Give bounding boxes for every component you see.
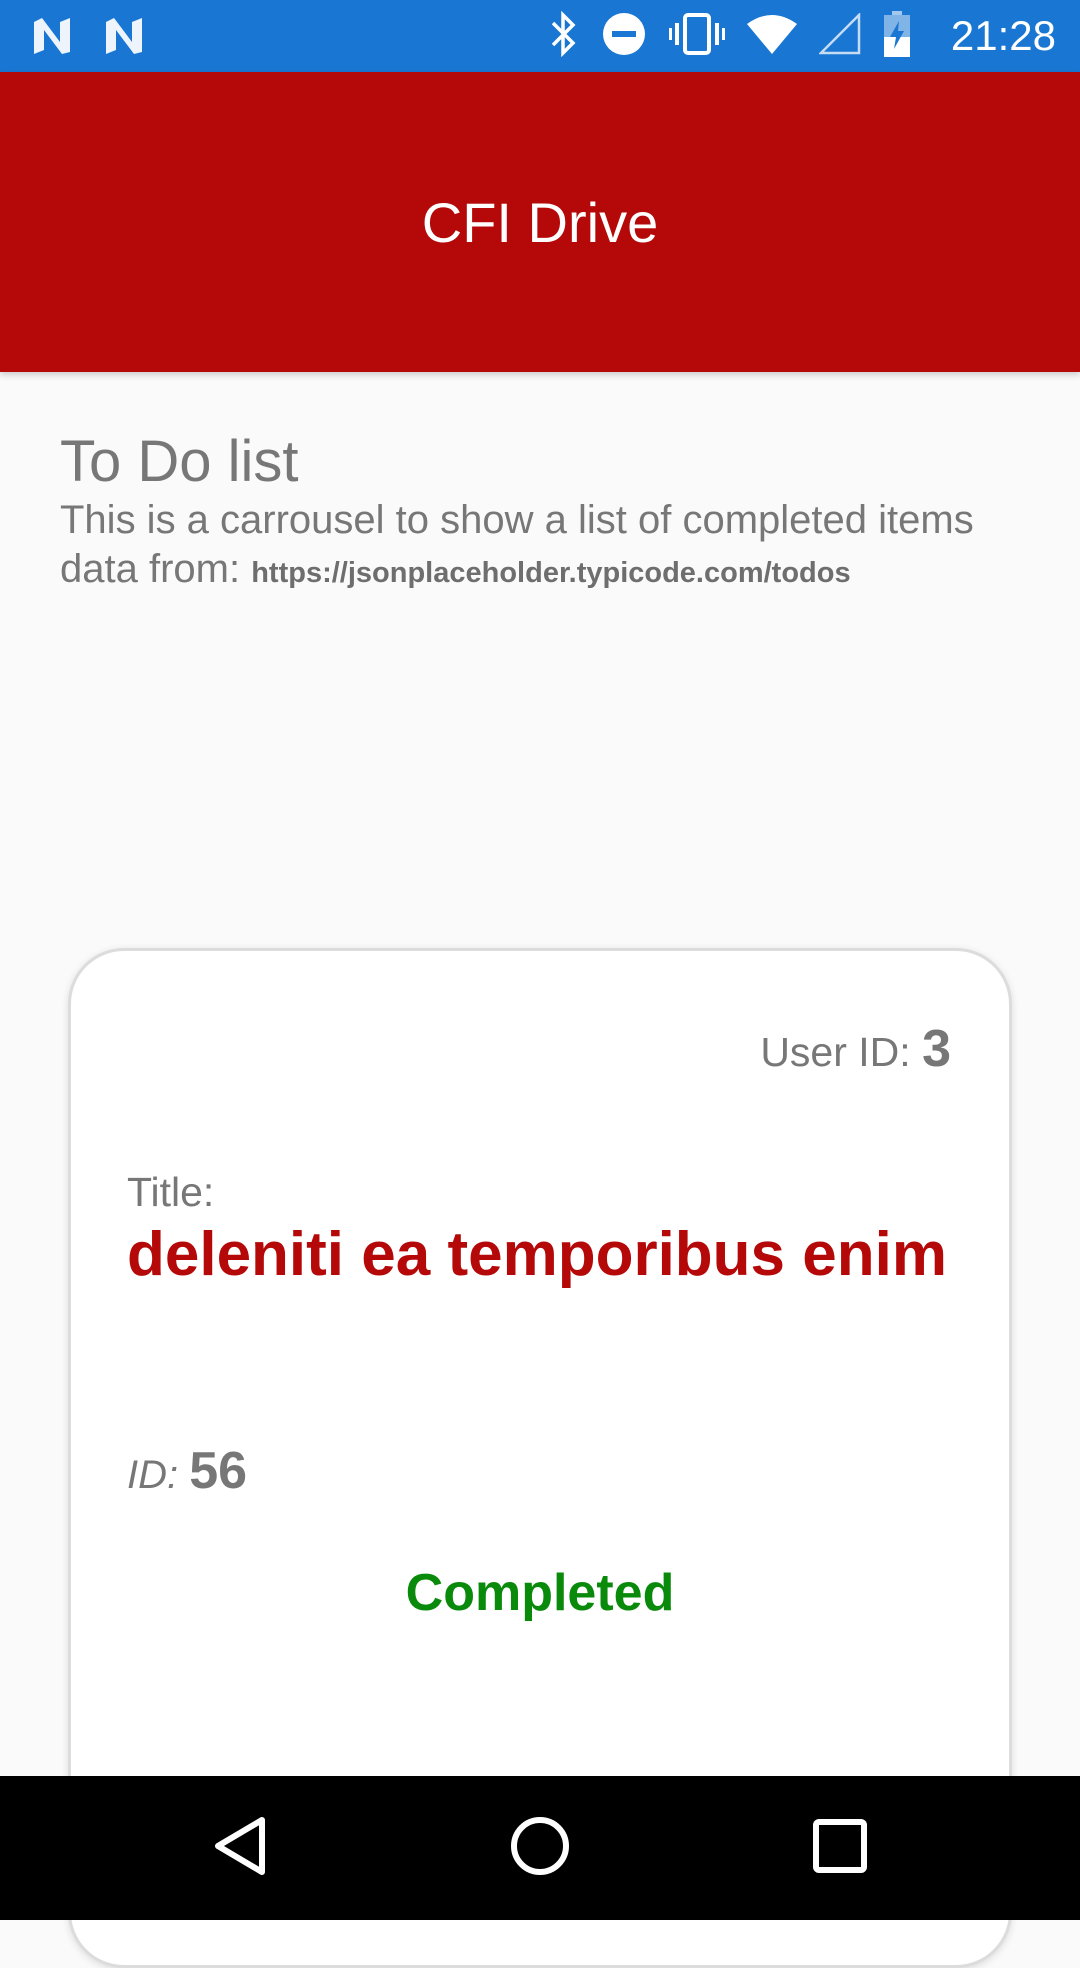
user-id-row: User ID: 3 (760, 1019, 951, 1079)
battery-charging-icon (883, 10, 911, 62)
completion-status: Completed (405, 1564, 675, 1622)
navigation-bar (0, 1776, 1080, 1920)
notification-n-icon (102, 14, 146, 63)
user-id-label: User ID: (760, 1029, 923, 1075)
page-description: This is a carrousel to show a list of co… (60, 498, 974, 542)
bluetooth-icon (549, 10, 579, 62)
home-button[interactable] (468, 1776, 612, 1920)
recents-icon (812, 1818, 868, 1879)
back-button[interactable] (168, 1776, 312, 1920)
recents-button[interactable] (768, 1776, 912, 1920)
app-bar: CFI Drive (0, 72, 1080, 372)
title-label: Title: (127, 1169, 215, 1215)
data-from-label: data from: (60, 547, 252, 591)
app-title: CFI Drive (421, 190, 659, 254)
status-time: 21:28 (950, 12, 1056, 59)
do-not-disturb-icon (601, 11, 647, 62)
wifi-icon (746, 14, 797, 59)
notification-icons (30, 14, 146, 63)
status-bar: 21:28 (0, 0, 1080, 72)
user-id-value: 3 (922, 1020, 951, 1078)
back-icon (212, 1816, 268, 1881)
id-value: 56 (189, 1442, 248, 1500)
id-row: ID: 56 (127, 1441, 247, 1501)
page-heading: To Do list (60, 429, 299, 494)
notification-n-icon (30, 14, 74, 63)
data-source: data from: https://jsonplaceholder.typic… (60, 545, 1020, 598)
intro-section: To Do list This is a carrousel to show a… (60, 428, 1020, 598)
cell-signal-icon (817, 11, 861, 60)
home-icon (510, 1816, 570, 1881)
data-url: https://jsonplaceholder.typicode.com/tod… (251, 557, 851, 589)
vibrate-icon (668, 11, 725, 62)
id-label: ID: (127, 1453, 190, 1497)
todo-title: deleniti ea temporibus enim (127, 1220, 947, 1289)
system-icons: 21:28 (549, 0, 1056, 72)
